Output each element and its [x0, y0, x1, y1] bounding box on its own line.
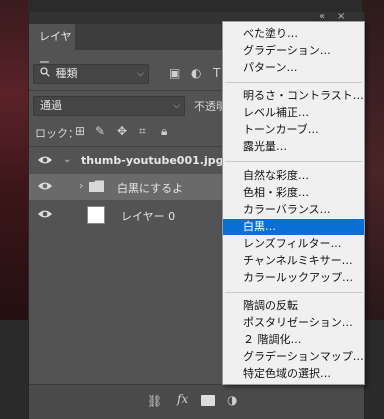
adjustment-layer-menu: べた塗り… グラデーション… パターン… 明るさ・コントラスト… レベル補正… …: [222, 21, 365, 385]
menu-item-channel-mixer[interactable]: チャンネルミキサー…: [223, 253, 364, 269]
menu-item-selective-color[interactable]: 特定色域の選択…: [223, 366, 364, 382]
eye-icon[interactable]: [37, 179, 53, 193]
lock-all-icon[interactable]: 🔒︎: [161, 124, 167, 139]
mask-icon[interactable]: [201, 395, 215, 406]
menu-item-threshold[interactable]: ２ 階調化…: [223, 332, 364, 348]
menu-item-invert[interactable]: 階調の反転: [223, 298, 364, 314]
panel-bottom-bar: ⛓︎ fx ◑: [29, 384, 364, 419]
adjustment-filter-icon[interactable]: ◐: [191, 66, 201, 80]
eye-icon[interactable]: [37, 207, 53, 221]
chevron-down-icon: ⌵: [137, 69, 144, 79]
chevron-down-icon: ⌵: [173, 101, 180, 111]
layer-name: 白黒にするよ: [117, 182, 184, 195]
lock-transparent-pixels-icon[interactable]: ⊞: [75, 124, 85, 138]
menu-item-posterize[interactable]: ポスタリゼーション…: [223, 315, 364, 331]
menu-separator: [225, 161, 362, 162]
tab-layers[interactable]: レイヤー: [29, 24, 75, 69]
chevron-right-icon[interactable]: ›: [79, 179, 83, 192]
blend-mode-value: 通過: [40, 99, 62, 112]
link-icon[interactable]: ⛓︎: [147, 394, 162, 408]
filter-kind-value: 種類: [55, 67, 78, 80]
menu-item-exposure[interactable]: 露光量…: [223, 139, 364, 155]
fx-icon[interactable]: fx: [177, 392, 188, 406]
menu-item-color-lookup[interactable]: カラールックアップ…: [223, 270, 364, 286]
menu-item-hue-saturation[interactable]: 色相・彩度…: [223, 185, 364, 201]
menu-item-gradient-map[interactable]: グラデーションマップ…: [223, 349, 364, 365]
eye-icon[interactable]: [37, 153, 53, 167]
folder-icon: [89, 180, 104, 195]
menu-item-black-white[interactable]: 白黒…: [223, 219, 364, 235]
lock-artboard-icon[interactable]: ⌗: [139, 124, 146, 139]
chevron-down-icon[interactable]: ⌄: [63, 154, 71, 165]
menu-separator: [225, 292, 362, 293]
menu-item-brightness-contrast[interactable]: 明るさ・コントラスト…: [223, 88, 364, 104]
menu-item-gradient[interactable]: グラデーション…: [223, 43, 364, 59]
blend-mode-select[interactable]: 通過 ⌵: [33, 96, 185, 116]
layer-name: レイヤー 0: [121, 210, 176, 223]
layer-thumbnail: [87, 206, 105, 224]
layer-name: thumb-youtube001.jpg: [81, 154, 224, 167]
menu-item-pattern[interactable]: パターン…: [223, 60, 364, 76]
lock-position-icon[interactable]: ✥: [117, 124, 127, 138]
search-icon: [40, 65, 52, 83]
menu-item-photo-filter[interactable]: レンズフィルター…: [223, 236, 364, 252]
adjustment-icon[interactable]: ◑: [227, 393, 237, 407]
menu-separator: [225, 82, 362, 83]
canvas-photo-right: [362, 0, 384, 340]
text-filter-icon[interactable]: T: [213, 66, 220, 80]
filter-kind-select[interactable]: 種類 ⌵: [33, 64, 149, 84]
menu-item-solid-color[interactable]: べた塗り…: [223, 26, 364, 42]
menu-item-vibrance[interactable]: 自然な彩度…: [223, 168, 364, 184]
menu-item-color-balance[interactable]: カラーバランス…: [223, 202, 364, 218]
image-filter-icon[interactable]: ▣: [169, 66, 180, 80]
menu-item-levels[interactable]: レベル補正…: [223, 105, 364, 121]
menu-item-curves[interactable]: トーンカーブ…: [223, 122, 364, 138]
lock-label: ロック：: [35, 127, 79, 140]
canvas-photo-left: [0, 0, 28, 320]
lock-image-pixels-icon[interactable]: ✎: [95, 124, 105, 138]
